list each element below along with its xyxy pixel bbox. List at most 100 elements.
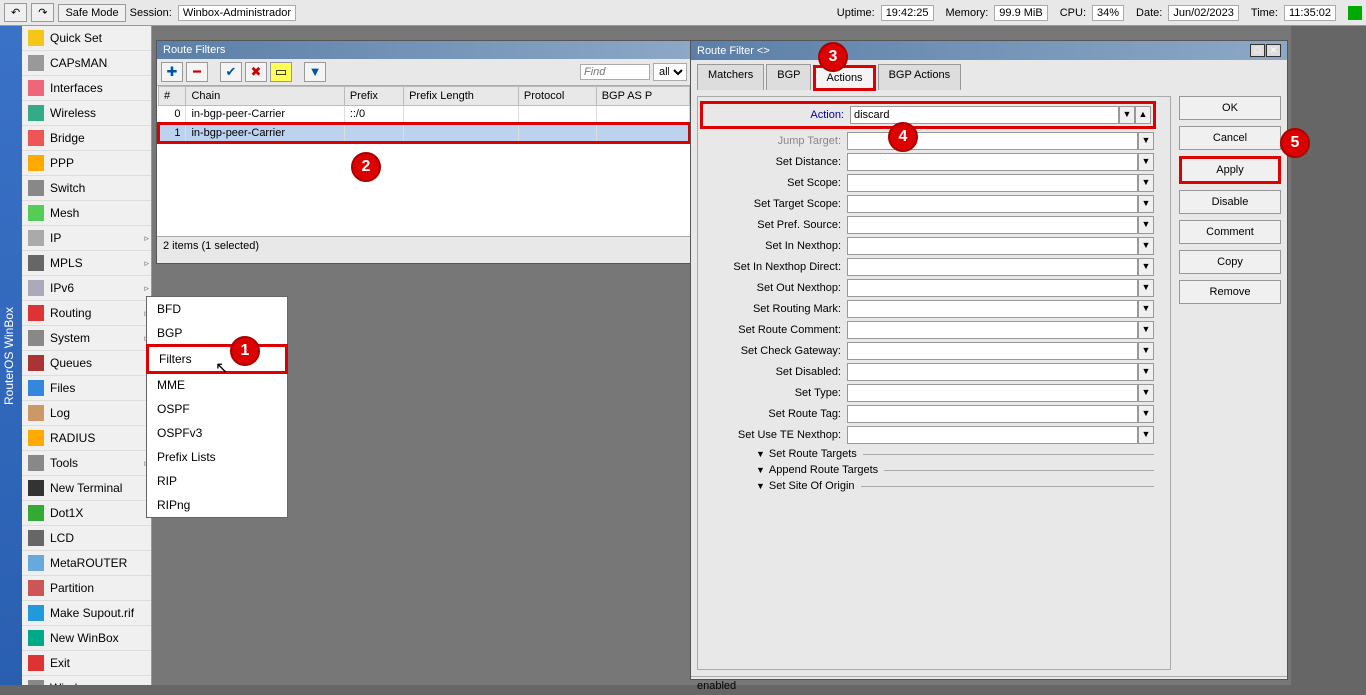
sidebar-item-ppp[interactable]: PPP bbox=[22, 151, 151, 176]
cancel-button[interactable]: Cancel bbox=[1179, 126, 1281, 150]
copy-button[interactable]: Copy bbox=[1179, 250, 1281, 274]
safemode-button[interactable]: Safe Mode bbox=[58, 4, 125, 22]
apply-button[interactable]: Apply bbox=[1179, 156, 1281, 184]
disable-button[interactable]: ✖ bbox=[245, 62, 267, 82]
field-input[interactable] bbox=[847, 321, 1138, 339]
dropdown-icon[interactable]: ▼ bbox=[1138, 258, 1154, 276]
dropdown-icon[interactable]: ▼ bbox=[1138, 174, 1154, 192]
tab-actions[interactable]: Actions bbox=[813, 65, 875, 91]
dropdown-icon[interactable]: ▼ bbox=[1138, 237, 1154, 255]
sidebar-item-ip[interactable]: IP▹ bbox=[22, 226, 151, 251]
sidebar-item-switch[interactable]: Switch bbox=[22, 176, 151, 201]
field-input[interactable] bbox=[847, 279, 1138, 297]
field-input[interactable] bbox=[847, 342, 1138, 360]
column-header[interactable]: Prefix Length bbox=[404, 87, 519, 106]
comment-button[interactable]: ▭ bbox=[270, 62, 292, 82]
add-button[interactable]: ✚ bbox=[161, 62, 183, 82]
remove-button[interactable]: Remove bbox=[1179, 280, 1281, 304]
sidebar-item-system[interactable]: System▹ bbox=[22, 326, 151, 351]
submenu-item-ospfv3[interactable]: OSPFv3 bbox=[147, 421, 287, 445]
sidebar-item-partition[interactable]: Partition bbox=[22, 576, 151, 601]
dropdown-icon[interactable]: ▼ bbox=[1138, 216, 1154, 234]
field-input[interactable] bbox=[847, 195, 1138, 213]
column-header[interactable]: Protocol bbox=[518, 87, 596, 106]
column-header[interactable]: Chain bbox=[186, 87, 344, 106]
up-icon[interactable]: ▲ bbox=[1135, 106, 1151, 124]
sidebar-item-windows[interactable]: Windows▹ bbox=[22, 676, 151, 685]
sidebar-item-files[interactable]: Files bbox=[22, 376, 151, 401]
column-header[interactable]: # bbox=[159, 87, 186, 106]
submenu-item-ospf[interactable]: OSPF bbox=[147, 397, 287, 421]
undo-button[interactable]: ↶ bbox=[4, 3, 27, 22]
comment-button[interactable]: Comment bbox=[1179, 220, 1281, 244]
field-input[interactable] bbox=[847, 384, 1138, 402]
submenu-item-ripng[interactable]: RIPng bbox=[147, 493, 287, 517]
submenu-item-bfd[interactable]: BFD bbox=[147, 297, 287, 321]
column-header[interactable]: Prefix bbox=[344, 87, 403, 106]
sidebar-item-metarouter[interactable]: MetaROUTER bbox=[22, 551, 151, 576]
dropdown-icon[interactable]: ▼ bbox=[1138, 426, 1154, 444]
field-input[interactable] bbox=[847, 174, 1138, 192]
dropdown-icon[interactable]: ▼ bbox=[1138, 153, 1154, 171]
dropdown-icon[interactable]: ▼ bbox=[1138, 321, 1154, 339]
disable-button[interactable]: Disable bbox=[1179, 190, 1281, 214]
sidebar-item-new-terminal[interactable]: New Terminal bbox=[22, 476, 151, 501]
dropdown-icon[interactable]: ▼ bbox=[1138, 195, 1154, 213]
sidebar-item-mpls[interactable]: MPLS▹ bbox=[22, 251, 151, 276]
dropdown-icon[interactable]: ▼ bbox=[1138, 279, 1154, 297]
sidebar-item-mesh[interactable]: Mesh bbox=[22, 201, 151, 226]
sidebar-item-interfaces[interactable]: Interfaces bbox=[22, 76, 151, 101]
dropdown-icon[interactable]: ▼ bbox=[1138, 405, 1154, 423]
field-input[interactable] bbox=[847, 405, 1138, 423]
sidebar-item-wireless[interactable]: Wireless bbox=[22, 101, 151, 126]
sidebar-item-lcd[interactable]: LCD bbox=[22, 526, 151, 551]
sidebar-item-log[interactable]: Log bbox=[22, 401, 151, 426]
sidebar-item-tools[interactable]: Tools▹ bbox=[22, 451, 151, 476]
field-input[interactable] bbox=[847, 216, 1138, 234]
collapse-row[interactable]: ▼Set Site Of Origin bbox=[702, 480, 1154, 492]
submenu-item-bgp[interactable]: BGP bbox=[147, 321, 287, 345]
sidebar-item-ipv6[interactable]: IPv6▹ bbox=[22, 276, 151, 301]
sidebar-item-capsman[interactable]: CAPsMAN bbox=[22, 51, 151, 76]
dropdown-icon[interactable]: ▼ bbox=[1138, 384, 1154, 402]
find-input[interactable] bbox=[580, 64, 650, 80]
tab-bgp[interactable]: BGP bbox=[766, 64, 811, 90]
sidebar-item-new-winbox[interactable]: New WinBox bbox=[22, 626, 151, 651]
dropdown-icon[interactable]: ▼ bbox=[1138, 342, 1154, 360]
field-input[interactable] bbox=[847, 237, 1138, 255]
sidebar-item-routing[interactable]: Routing▹ bbox=[22, 301, 151, 326]
dropdown-icon[interactable]: ▼ bbox=[1119, 106, 1135, 124]
dropdown-icon[interactable]: ▼ bbox=[1138, 300, 1154, 318]
submenu-item-prefix-lists[interactable]: Prefix Lists bbox=[147, 445, 287, 469]
submenu-item-rip[interactable]: RIP bbox=[147, 469, 287, 493]
ok-button[interactable]: OK bbox=[1179, 96, 1281, 120]
scope-select[interactable]: all bbox=[653, 63, 687, 81]
maximize-button[interactable]: □ bbox=[1250, 44, 1265, 57]
redo-button[interactable]: ↷ bbox=[31, 3, 54, 22]
filter-button[interactable]: ▼ bbox=[304, 62, 326, 82]
tab-matchers[interactable]: Matchers bbox=[697, 64, 764, 90]
field-input[interactable] bbox=[847, 153, 1138, 171]
dropdown-icon[interactable]: ▼ bbox=[1138, 363, 1154, 381]
collapse-row[interactable]: ▼Set Route Targets bbox=[702, 448, 1154, 460]
tab-bgp-actions[interactable]: BGP Actions bbox=[878, 64, 962, 90]
field-input[interactable] bbox=[847, 363, 1138, 381]
sidebar-item-exit[interactable]: Exit bbox=[22, 651, 151, 676]
remove-button[interactable]: ━ bbox=[186, 62, 208, 82]
table-row[interactable]: 1in-bgp-peer-Carrier bbox=[159, 124, 690, 143]
sidebar-item-quick-set[interactable]: Quick Set bbox=[22, 26, 151, 51]
field-input[interactable] bbox=[847, 258, 1138, 276]
column-header[interactable]: BGP AS P bbox=[596, 87, 689, 106]
collapse-row[interactable]: ▼Append Route Targets bbox=[702, 464, 1154, 476]
table-row[interactable]: 0in-bgp-peer-Carrier::/0 bbox=[159, 106, 690, 124]
sidebar-item-radius[interactable]: RADIUS bbox=[22, 426, 151, 451]
field-input[interactable] bbox=[847, 426, 1138, 444]
enable-button[interactable]: ✔ bbox=[220, 62, 242, 82]
sidebar-item-queues[interactable]: Queues bbox=[22, 351, 151, 376]
dropdown-icon[interactable]: ▼ bbox=[1138, 132, 1154, 150]
sidebar-item-dot1x[interactable]: Dot1X bbox=[22, 501, 151, 526]
sidebar-item-make-supout-rif[interactable]: Make Supout.rif bbox=[22, 601, 151, 626]
action-input[interactable] bbox=[850, 106, 1119, 124]
field-input[interactable] bbox=[847, 300, 1138, 318]
sidebar-item-bridge[interactable]: Bridge bbox=[22, 126, 151, 151]
